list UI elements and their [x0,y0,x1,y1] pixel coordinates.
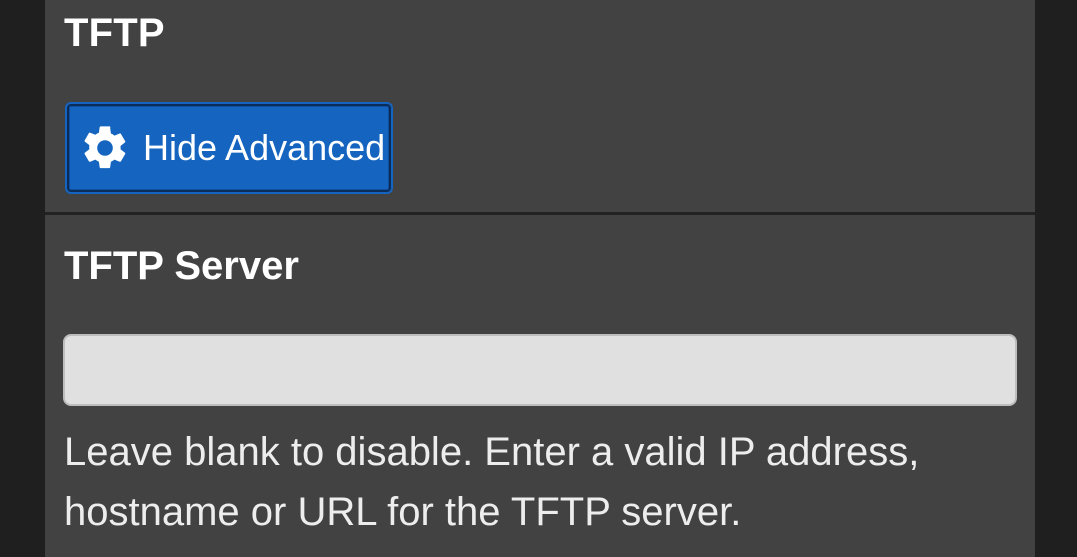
tftp-server-input[interactable] [63,334,1017,406]
gear-icon [79,122,131,174]
section-title: TFTP [64,11,165,55]
settings-panel: TFTP Hide Advanced TFTP Server Leave bla… [45,0,1035,557]
page: TFTP Hide Advanced TFTP Server Leave bla… [0,0,1077,557]
hide-advanced-button[interactable]: Hide Advanced [65,102,393,194]
tftp-server-field: TFTP Server Leave blank to disable. Ente… [45,215,1035,557]
tftp-server-help-text: Leave blank to disable. Enter a valid IP… [64,430,920,534]
hide-advanced-label: Hide Advanced [143,127,386,168]
tftp-section-header: TFTP Hide Advanced [45,0,1035,214]
tftp-server-label: TFTP Server [64,244,299,288]
